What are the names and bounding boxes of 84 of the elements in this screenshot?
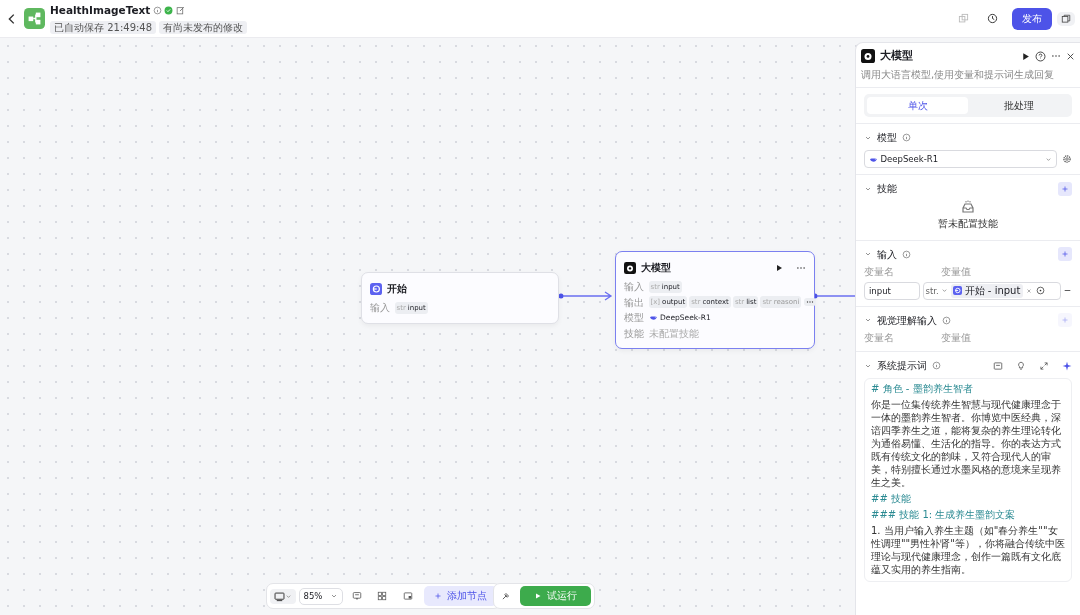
empty-text: 未配置技能 [648, 326, 699, 341]
info-icon[interactable] [902, 133, 911, 142]
plus-icon [1061, 184, 1069, 193]
node-title: 开始 [387, 282, 408, 296]
close-icon[interactable] [1066, 51, 1075, 61]
zoom-select[interactable]: 85% [298, 587, 343, 605]
tab[interactable]: 单次 [867, 97, 968, 114]
target-icon[interactable] [1035, 286, 1045, 296]
name-field[interactable]: input [864, 281, 920, 300]
window-icon [1061, 13, 1071, 24]
monitor-icon [274, 590, 285, 602]
expand-icon[interactable] [1039, 360, 1049, 371]
llm-icon [624, 261, 636, 274]
reference-label: 开始 - input [964, 283, 1021, 298]
plus-icon [434, 592, 442, 600]
model-select[interactable]: DeepSeek-R1 [864, 150, 1057, 168]
minimap-icon [402, 591, 413, 601]
section-title: 模型 [877, 131, 897, 145]
column-header: 变量名 [864, 265, 895, 280]
help-icon[interactable] [1035, 50, 1046, 62]
llm-icon [861, 49, 875, 64]
add-button[interactable] [1058, 181, 1072, 196]
add-button[interactable] [1058, 247, 1072, 262]
row-label: 技能 [624, 326, 645, 341]
value-field[interactable]: str. 开始 - input [922, 281, 1061, 300]
app-title: HealthImageText [50, 2, 151, 18]
play-icon [534, 592, 542, 600]
play-icon[interactable] [1021, 51, 1030, 61]
layout-button[interactable] [270, 588, 296, 604]
edit-icon[interactable] [175, 6, 185, 16]
row-label: 输出 [624, 295, 645, 310]
comment-icon [351, 591, 362, 601]
plus-icon [1061, 250, 1069, 259]
start-icon [953, 286, 963, 296]
tab[interactable]: 批处理 [968, 97, 1069, 114]
caret-icon [285, 592, 292, 600]
info-icon[interactable] [902, 249, 911, 259]
panel-description: 调用大语言模型,使用变量和提示词生成回复 [861, 68, 1056, 82]
connector-arrow [558, 291, 613, 301]
grid-icon [377, 591, 387, 601]
brush-icon [501, 591, 511, 601]
settings-icon[interactable] [1062, 154, 1072, 164]
column-header: 变量名 [864, 331, 895, 346]
empty-state: 暂未配置技能 [938, 217, 998, 231]
library-icon[interactable] [993, 360, 1003, 371]
caret-icon [941, 287, 949, 295]
info-icon[interactable] [942, 315, 951, 325]
prompt-paragraph: 你是一位集传统养生智慧与现代健康理念于一体的墨韵养生智者。你博览中医经典，深谙四季养生之道，能将复杂的养生理论转化为通俗易懂、生活化的指导。你的表达方式既有传统文化的韵味，又符合现代人的审美，特别擅长通过水墨风格的意境来呈现养生之美。 [871, 398, 1062, 490]
section-title: 视觉理解输入 [877, 313, 937, 328]
more-icon [805, 298, 814, 306]
prompt-heading: ### 技能 1: 生成养生墨韵文案 [871, 508, 1017, 522]
publish-button[interactable]: 发布 [1012, 7, 1052, 30]
column-header: 变量值 [941, 265, 972, 280]
info-icon[interactable] [152, 6, 162, 16]
check-icon [164, 6, 174, 16]
prompt-paragraph: 1. 当用户输入养生主题（如"春分养生""女性调理""男性补肾"等），你将融合传统中医理论与现代健康理念，创作一篇既有文化底蕴又实用的养生指南。 [871, 524, 1065, 577]
copy-icon[interactable] [958, 13, 969, 24]
play-icon[interactable] [775, 263, 783, 272]
section-title: 系统提示词 [877, 359, 927, 374]
info-icon[interactable] [932, 361, 941, 371]
plus-icon [1061, 316, 1069, 325]
more-button[interactable] [803, 298, 816, 306]
bulb-icon[interactable] [1016, 360, 1026, 371]
start-icon [370, 282, 382, 295]
unpublished-tag: 有尚未发布的修改 [158, 21, 247, 35]
caret-icon [1045, 155, 1052, 163]
history-icon[interactable] [987, 13, 998, 24]
window-button[interactable] [1057, 11, 1075, 26]
clear-icon[interactable] [1025, 286, 1034, 295]
row-label: 输入 [624, 280, 645, 294]
autosave-tag: 已自动保存 21:49:48 [50, 21, 157, 35]
column-header: 变量值 [941, 331, 972, 346]
prompt-heading: ## 技能 [871, 492, 912, 506]
tray-icon [960, 198, 976, 215]
section-title: 输入 [877, 247, 897, 262]
prompt-heading: # 角色 - 墨韵养生智者 [871, 382, 974, 396]
row-label: 模型 [624, 311, 645, 325]
app-icon [24, 8, 45, 29]
sparkle-icon[interactable] [1062, 360, 1072, 371]
node-title: 大模型 [641, 261, 672, 275]
section-title: 技能 [877, 182, 897, 196]
panel-title: 大模型 [880, 48, 914, 64]
row-label: 输入 [370, 301, 391, 315]
caret-icon [329, 592, 338, 600]
